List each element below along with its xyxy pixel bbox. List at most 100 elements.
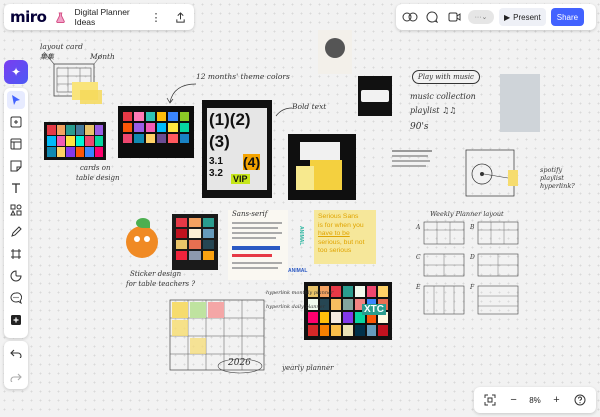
sticker-tool[interactable]	[7, 267, 25, 285]
frame-layout-tool[interactable]	[7, 135, 25, 153]
sparkle-icon: ✦	[10, 65, 22, 79]
collab-tools: ···⌄	[402, 9, 494, 25]
play-icon: ▶	[504, 12, 511, 22]
sans-serif-heading: Sans-serif	[232, 210, 268, 218]
zoom-in-icon[interactable]: +	[548, 392, 564, 408]
poster-text-4: 3.2	[209, 168, 223, 179]
note-spotify-3[interactable]: hyperlink?	[540, 182, 575, 190]
ai-assist-button[interactable]: ✦	[4, 60, 28, 84]
yearly-yellow-note-2[interactable]	[172, 320, 188, 336]
video-call-icon[interactable]	[446, 9, 462, 25]
frame-tool[interactable]	[7, 245, 25, 263]
spotify-yellow-note[interactable]	[508, 170, 518, 186]
poster-text-5: (4)	[243, 154, 261, 170]
share-button[interactable]: Share	[550, 8, 585, 26]
note-hyperlink-daily[interactable]: hyperlink daily planner	[266, 304, 325, 310]
board-header: miro Digital Planner Ideas ⋮	[4, 4, 194, 30]
sticker-sheet-image[interactable]	[172, 214, 218, 270]
poster-text-2: (3)	[209, 132, 230, 151]
sticker-orange-image[interactable]	[122, 218, 164, 262]
export-icon[interactable]	[172, 9, 188, 25]
note-bold-text[interactable]: Bold text	[292, 102, 326, 111]
undo-redo-bar	[4, 341, 28, 389]
serious-sans-line-3: have to be	[318, 230, 350, 237]
note-theme-colors[interactable]: 12 months' theme colors	[196, 72, 290, 81]
serious-sans-card[interactable]: Serious Sans is for when you have to be …	[314, 210, 376, 264]
note-year-2026[interactable]: 2026	[228, 358, 251, 368]
left-toolbar	[4, 88, 28, 338]
arrow-theme-colors	[166, 83, 197, 104]
serious-sans-line-4: serious, but not	[318, 238, 365, 246]
cards-on-table-image[interactable]	[44, 122, 106, 160]
board-title[interactable]: Digital Planner Ideas	[74, 7, 140, 27]
note-yearly-planner[interactable]: yearly planner	[282, 364, 333, 372]
grid-label-c: C	[416, 254, 421, 261]
headphones-image[interactable]	[500, 74, 540, 132]
note-cards-on-table-2[interactable]: table design	[76, 174, 120, 182]
poster-text-3: 3.1	[209, 156, 223, 167]
note-cards-on-table[interactable]: cards on	[80, 164, 110, 172]
note-layout-card[interactable]: layout card	[40, 42, 83, 51]
grid-label-e: E	[416, 284, 421, 291]
yellow-table-design-image[interactable]	[288, 134, 356, 200]
yearly-yellow-note-3[interactable]	[190, 338, 206, 354]
note-hyperlink-monthly[interactable]: hyperlink monthly planner	[266, 290, 333, 296]
miro-logo[interactable]: miro	[10, 8, 47, 26]
collaborators-dropdown[interactable]: ···⌄	[468, 10, 494, 24]
grid-label-a: A	[416, 224, 421, 231]
select-tool[interactable]	[7, 91, 25, 109]
note-spotify[interactable]: spotify	[540, 166, 562, 174]
add-more-tool[interactable]	[7, 311, 25, 329]
zoom-controls: − 8% +	[474, 387, 596, 413]
serious-sans-line-5: too serious	[318, 247, 352, 254]
yearly-yellow-note-1[interactable]	[172, 302, 188, 318]
present-button[interactable]: ▶ Present	[499, 8, 546, 26]
templates-tool[interactable]	[7, 113, 25, 131]
text-tool[interactable]	[7, 179, 25, 197]
reactions-icon[interactable]	[402, 9, 418, 25]
help-icon[interactable]	[572, 392, 588, 408]
chinese-notes-text	[392, 150, 432, 167]
serious-sans-line-2: is for when you	[318, 221, 364, 229]
note-weekly-planner[interactable]: Weekly Planner layout	[430, 210, 504, 218]
note-playlist[interactable]: playlist ♫♫	[410, 106, 456, 115]
zoom-out-icon[interactable]: −	[506, 392, 522, 408]
pen-tool[interactable]	[7, 223, 25, 241]
shapes-tool[interactable]	[7, 201, 25, 219]
fit-to-screen-icon[interactable]	[482, 392, 498, 408]
arrow-bold-text	[275, 107, 293, 117]
zoom-level[interactable]: 8%	[529, 396, 541, 405]
note-nineties[interactable]: 90's	[410, 122, 429, 132]
cassette-image[interactable]	[358, 76, 392, 116]
board-flask-icon[interactable]	[54, 11, 66, 23]
note-sticker-design[interactable]: Sticker design	[130, 270, 181, 278]
sans-serif-typography-card[interactable]: Sans-serif	[228, 210, 288, 280]
theme-colors-image[interactable]	[118, 106, 194, 158]
yearly-green-note-1[interactable]	[190, 302, 206, 318]
animal-label: ANIMAL	[288, 268, 308, 274]
present-label: Present	[513, 12, 541, 22]
note-layout-sub[interactable]: 集集	[40, 52, 54, 62]
vinyl-record-image[interactable]	[318, 30, 352, 74]
note-spotify-2[interactable]: playlist	[540, 174, 564, 182]
collaboration-bar: ···⌄ ▶ Present Share	[396, 4, 596, 30]
note-music-collection[interactable]: music collection	[410, 92, 476, 101]
layout-card-yellow-note-2[interactable]	[80, 90, 102, 104]
more-options-icon[interactable]: ⋮	[148, 9, 164, 25]
chat-icon[interactable]	[424, 9, 440, 25]
yearly-pink-note-1[interactable]	[208, 302, 224, 318]
animal-vertical-label: ANIMAL	[298, 226, 304, 246]
bold-text-poster[interactable]: (1)(2) (3) 3.1 3.2 (4) VIP	[202, 100, 272, 198]
board-canvas[interactable]: layout card 集集 Month cards on table desi…	[0, 0, 600, 417]
note-sticker-design-2[interactable]: for table teachers ?	[126, 280, 195, 288]
weekly-planner-sketches[interactable]	[422, 218, 522, 326]
redo-icon[interactable]	[7, 368, 25, 386]
undo-icon[interactable]	[7, 344, 25, 362]
serious-sans-line-1: Serious Sans	[318, 213, 359, 220]
note-month[interactable]: Month	[90, 52, 115, 61]
note-play-music[interactable]: Play with music	[412, 70, 480, 84]
comment-tool[interactable]	[7, 289, 25, 307]
sticky-note-tool[interactable]	[7, 157, 25, 175]
xtc-label: XTC	[362, 304, 386, 315]
poster-text-6: VIP	[231, 174, 250, 184]
